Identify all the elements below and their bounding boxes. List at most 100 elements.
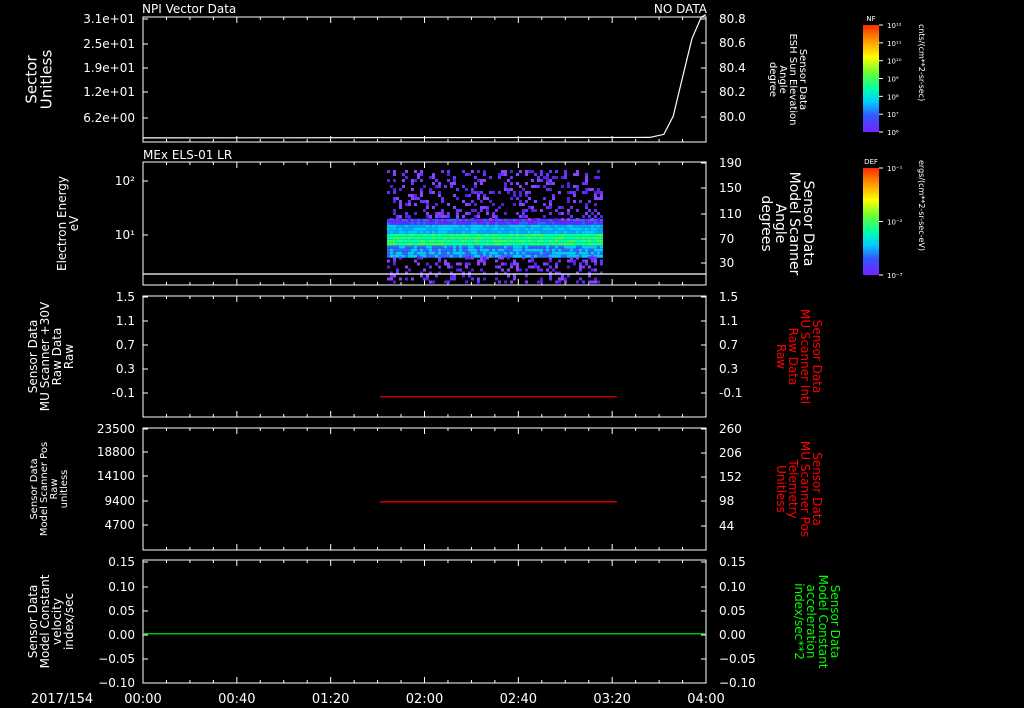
spectrogram-cell [395, 197, 399, 200]
spectrogram-cell [473, 182, 477, 185]
spectrogram-cell [410, 227, 414, 231]
spectrogram-cell [434, 239, 438, 243]
spectrogram-cell [404, 212, 408, 215]
spectrogram-cell [503, 233, 507, 237]
left-tick-label: 0.7 [116, 338, 135, 352]
spectrogram-cell [599, 194, 603, 197]
spectrogram-cell [536, 248, 540, 252]
spectrogram-cell [389, 227, 393, 231]
spectrogram-cell [509, 188, 513, 191]
spectrogram-cell [404, 230, 408, 234]
left-tick-label: 0.05 [108, 604, 135, 618]
spectrogram-cell [437, 218, 441, 222]
spectrogram-cell [584, 224, 588, 228]
spectrogram-cell [494, 242, 498, 246]
spectrogram-cell [395, 239, 399, 243]
spectrogram-cell [533, 233, 537, 237]
left-axis-label: Sensor DataMU Scanner +30VRaw DataRaw [26, 301, 76, 411]
spectrogram-cell [593, 277, 597, 281]
spectrogram-cell [455, 254, 459, 258]
spectrogram-cell [518, 170, 522, 173]
spectrogram-cell [470, 221, 474, 225]
spectrogram-cell [467, 239, 471, 243]
spectrogram-cell [500, 239, 504, 243]
spectrogram-cell [455, 227, 459, 231]
spectrogram-cell [560, 251, 564, 255]
spectrogram-cell [434, 221, 438, 225]
spectrogram-cell [458, 251, 462, 255]
spectrogram-cell [518, 233, 522, 237]
spectrogram-cell [512, 259, 516, 263]
spectrogram-cell [506, 268, 510, 272]
spectrogram-cell [530, 185, 534, 188]
spectrogram-cell [530, 236, 534, 240]
spectrogram-cell [476, 224, 480, 228]
spectrogram-cell [533, 239, 537, 243]
spectrogram-cell [401, 185, 405, 188]
spectrogram-cell [509, 245, 513, 249]
spectrogram-cell [566, 259, 570, 263]
left-axis-label: Sensor DataModel Constantvelocityindex/s… [26, 574, 76, 668]
spectrogram-cell [398, 203, 402, 206]
spectrogram-cell [548, 245, 552, 249]
spectrogram-cell [509, 176, 513, 179]
spectrogram-cell [482, 173, 486, 176]
spectrogram-cell [530, 233, 534, 237]
spectrogram-cell [452, 230, 456, 234]
spectrogram-cell [479, 191, 483, 194]
spectrogram-cell [596, 280, 600, 284]
spectrogram-cell [539, 248, 543, 252]
spectrogram-cell [488, 221, 492, 225]
spectrogram-cell [536, 176, 540, 179]
spectrogram-cell [410, 242, 414, 246]
spectrogram-cell [512, 254, 516, 258]
spectrogram-cell [590, 227, 594, 231]
spectrogram-cell [512, 233, 516, 237]
spectrogram-cell [578, 224, 582, 228]
spectrogram-cell [422, 251, 426, 255]
spectrogram-cell [458, 262, 462, 266]
spectrogram-cell [596, 221, 600, 225]
spectrogram-cell [524, 254, 528, 258]
spectrogram-cell [473, 248, 477, 252]
spectrogram-cell [518, 200, 522, 203]
spectrogram-cell [581, 191, 585, 194]
spectrogram-cell [479, 200, 483, 203]
spectrogram-cell [533, 251, 537, 255]
spectrogram-cell [521, 224, 525, 228]
spectrogram-cell [563, 170, 567, 173]
spectrogram-cell [410, 179, 414, 182]
spectrogram-cell [551, 221, 555, 225]
spectrogram-cell [452, 242, 456, 246]
spectrogram-cell [449, 233, 453, 237]
spectrogram-cell [464, 227, 468, 231]
spectrogram-cell [566, 197, 570, 200]
spectrogram-cell [401, 218, 405, 222]
spectrogram-cell [410, 236, 414, 240]
spectrogram-cell [386, 259, 390, 263]
panel-frame [142, 427, 707, 551]
spectrogram-cell [530, 265, 534, 269]
spectrogram-cell [473, 218, 477, 222]
colorbar-tick-label: 10⁶ [887, 129, 899, 137]
spectrogram-cell [455, 251, 459, 255]
spectrogram-cell [413, 224, 417, 228]
spectrogram-cell [425, 245, 429, 249]
spectrogram-cell [584, 239, 588, 243]
spectrogram-cell [479, 251, 483, 255]
spectrogram-cell [428, 215, 432, 218]
spectrogram-cell [446, 170, 450, 173]
spectrogram-cell [431, 176, 435, 179]
spectrogram-cell [587, 274, 591, 278]
spectrogram-cell [521, 203, 525, 206]
spectrogram-cell [506, 248, 510, 252]
spectrogram-cell [485, 251, 489, 255]
spectrogram-cell [569, 259, 573, 263]
spectrogram-cell [449, 251, 453, 255]
spectrogram-cell [494, 251, 498, 255]
spectrogram-cell [446, 239, 450, 243]
spectrogram-cell [581, 218, 585, 222]
spectrogram-cell [554, 251, 558, 255]
spectrogram-cell [491, 245, 495, 249]
spectrogram-cell [533, 248, 537, 252]
